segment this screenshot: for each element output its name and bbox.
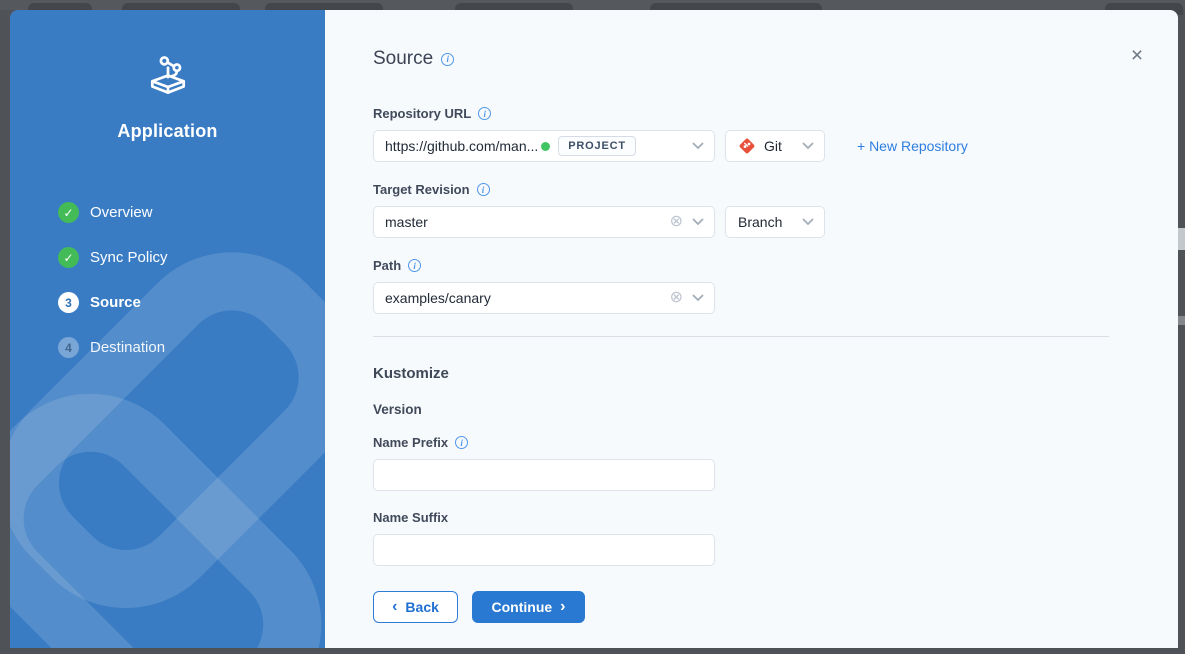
path-field[interactable]: ⊗ xyxy=(373,282,715,314)
repository-url-select[interactable]: https://github.com/man... PROJECT xyxy=(373,130,715,162)
chevron-down-icon xyxy=(802,142,814,150)
revision-type-value: Branch xyxy=(738,214,782,230)
revision-type-select[interactable]: Branch xyxy=(725,206,825,238)
section-divider xyxy=(373,336,1109,337)
close-icon[interactable]: × xyxy=(1126,46,1148,68)
step-number-badge: 4 xyxy=(58,337,79,358)
kustomize-heading: Kustomize xyxy=(373,365,1178,382)
repository-url-value: https://github.com/man... xyxy=(385,138,538,154)
version-label: Version xyxy=(373,402,1178,417)
back-button[interactable]: ‹ Back xyxy=(373,591,458,623)
step-number-badge: 3 xyxy=(58,292,79,313)
info-icon[interactable]: i xyxy=(408,259,421,272)
target-revision-label: Target Revision xyxy=(373,182,470,197)
clear-icon[interactable]: ⊗ xyxy=(670,290,683,306)
check-icon: ✓ xyxy=(58,247,79,268)
wizard-title: Application xyxy=(10,121,325,142)
application-wizard-modal: Application ✓ Overview ✓ Sync Policy 3 S… xyxy=(10,10,1178,648)
continue-arrow-icon: › xyxy=(560,599,565,615)
name-prefix-input[interactable] xyxy=(385,467,704,483)
step-label: Source xyxy=(90,294,141,311)
wizard-sidebar: Application ✓ Overview ✓ Sync Policy 3 S… xyxy=(10,10,325,648)
target-revision-input[interactable] xyxy=(385,214,670,230)
back-arrow-icon: ‹ xyxy=(392,599,397,615)
background-artifact xyxy=(1178,316,1185,325)
name-suffix-input[interactable] xyxy=(385,542,704,558)
step-label: Sync Policy xyxy=(90,249,168,266)
chevron-down-icon[interactable] xyxy=(692,218,704,226)
continue-button-label: Continue xyxy=(492,599,553,615)
connection-status-dot xyxy=(541,142,550,151)
check-icon: ✓ xyxy=(58,202,79,223)
info-icon[interactable]: i xyxy=(441,53,454,66)
new-repository-link[interactable]: + New Repository xyxy=(857,138,968,154)
repository-type-value: Git xyxy=(764,138,782,154)
step-label: Destination xyxy=(90,339,165,356)
step-sync-policy[interactable]: ✓ Sync Policy xyxy=(10,235,325,280)
target-revision-field[interactable]: ⊗ xyxy=(373,206,715,238)
info-icon[interactable]: i xyxy=(455,436,468,449)
application-icon xyxy=(145,52,191,98)
wizard-steps: ✓ Overview ✓ Sync Policy 3 Source 4 Dest… xyxy=(10,190,325,370)
path-label: Path xyxy=(373,258,401,273)
clear-icon[interactable]: ⊗ xyxy=(670,214,683,230)
chevron-down-icon xyxy=(802,218,814,226)
step-overview[interactable]: ✓ Overview xyxy=(10,190,325,235)
repository-url-label: Repository URL xyxy=(373,106,471,121)
repository-type-select[interactable]: Git xyxy=(725,130,825,162)
page-title: Source xyxy=(373,48,433,70)
name-prefix-label: Name Prefix xyxy=(373,435,448,450)
name-suffix-label: Name Suffix xyxy=(373,510,448,525)
path-input[interactable] xyxy=(385,290,670,306)
step-source[interactable]: 3 Source xyxy=(10,280,325,325)
chevron-down-icon[interactable] xyxy=(692,294,704,302)
name-prefix-field[interactable] xyxy=(373,459,715,491)
name-suffix-field[interactable] xyxy=(373,534,715,566)
background-artifact xyxy=(1178,228,1185,250)
source-step-panel: × Source i Repository URL i https://gith… xyxy=(325,10,1178,648)
git-icon xyxy=(738,137,756,155)
back-button-label: Back xyxy=(405,599,438,615)
step-destination[interactable]: 4 Destination xyxy=(10,325,325,370)
project-badge: PROJECT xyxy=(558,136,636,156)
background-browser-strip xyxy=(0,0,1185,10)
step-label: Overview xyxy=(90,204,153,221)
info-icon[interactable]: i xyxy=(477,183,490,196)
continue-button[interactable]: Continue › xyxy=(472,591,585,623)
chevron-down-icon[interactable] xyxy=(692,142,704,150)
info-icon[interactable]: i xyxy=(478,107,491,120)
